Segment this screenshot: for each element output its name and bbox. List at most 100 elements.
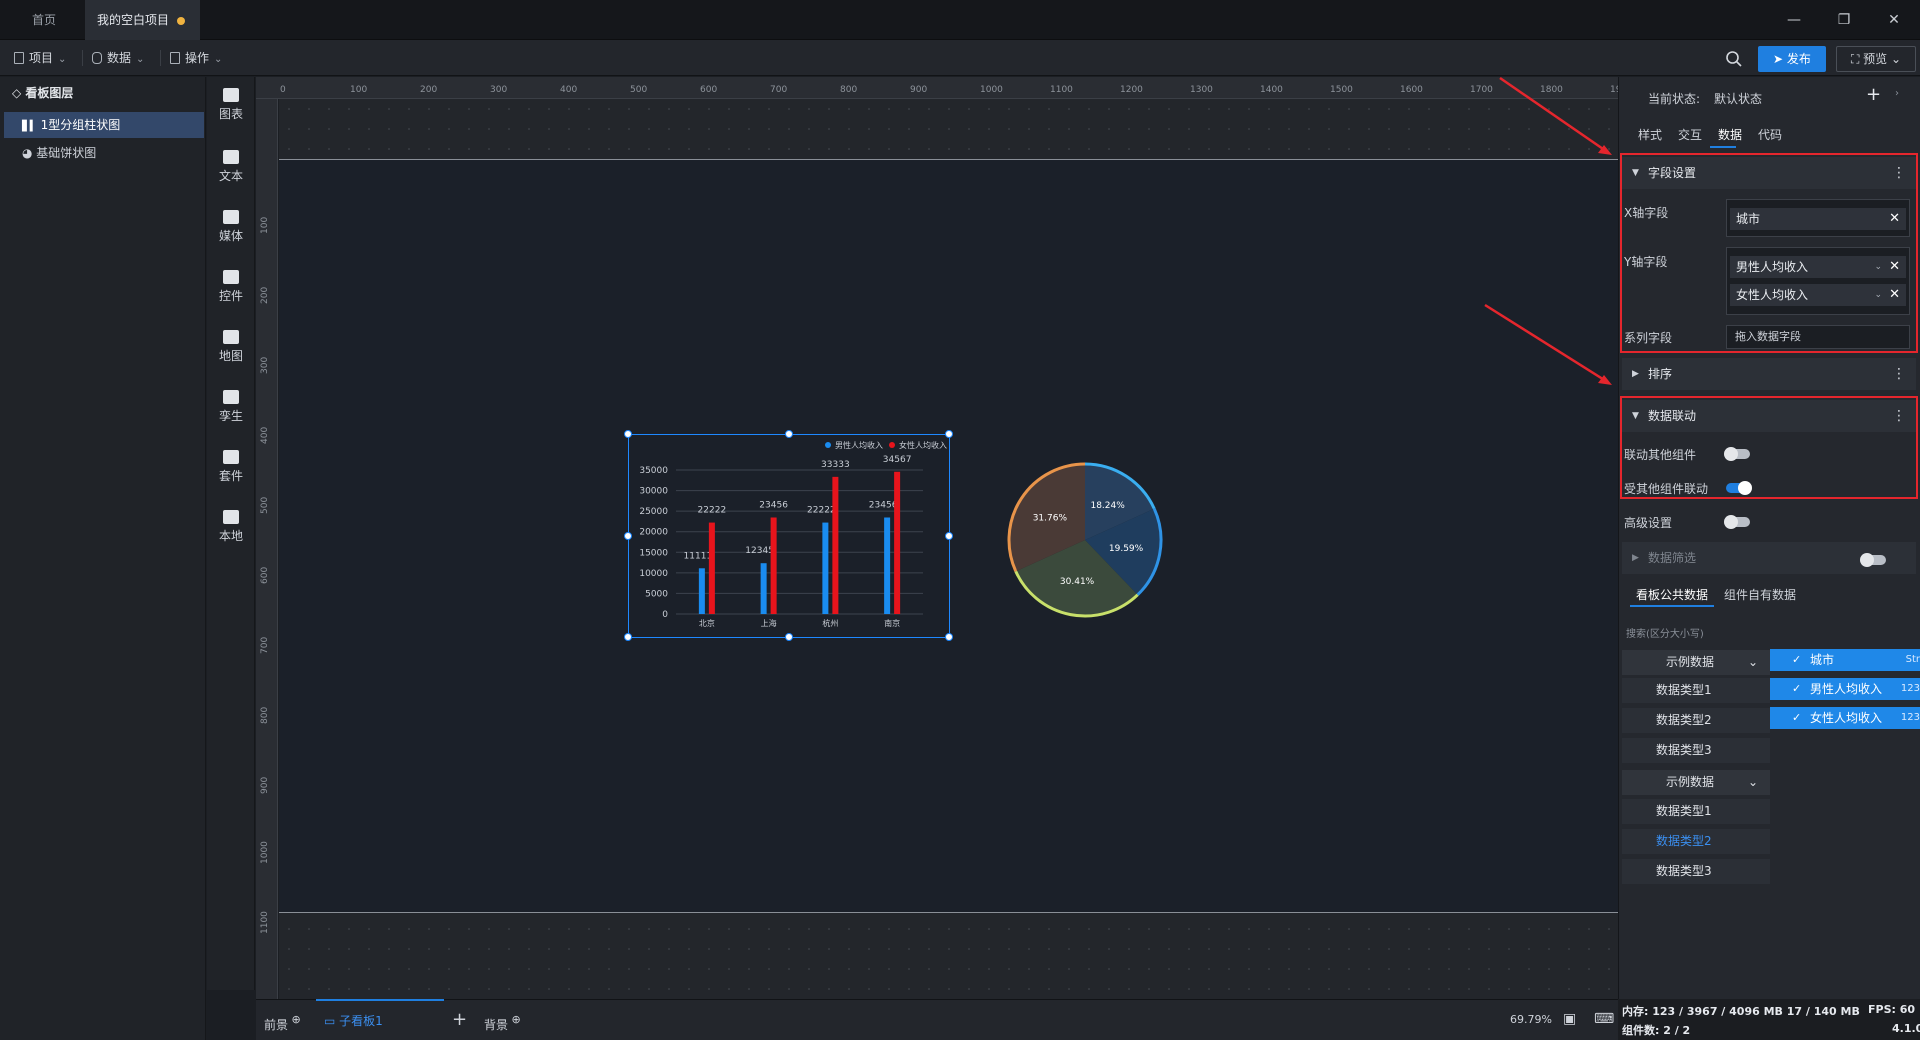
more-vertical-icon[interactable]: ⋮ <box>1892 358 1906 390</box>
tree-group[interactable]: 示例数据 ⌄ <box>1622 770 1770 795</box>
search-icon[interactable] <box>1725 50 1743 68</box>
section-sort[interactable]: ▶ 排序 ⋮ <box>1622 358 1916 390</box>
resize-handle[interactable] <box>945 633 953 641</box>
menu-operation[interactable]: 操作 ⌄ <box>170 47 222 69</box>
add-board-icon[interactable]: + <box>452 999 467 1040</box>
tree-item[interactable]: 数据类型3 <box>1622 738 1770 763</box>
ruler-tick-label: 500 <box>630 85 648 95</box>
chevron-down-icon: ⌄ <box>214 54 223 65</box>
tab-code[interactable]: 代码 <box>1758 126 1782 143</box>
zoom-level[interactable]: 69.79% <box>1510 999 1552 1040</box>
toggle-knob <box>1860 553 1874 567</box>
toggle-knob <box>1724 515 1738 529</box>
preview-button[interactable]: ⛶ 预览 ⌄ <box>1836 46 1916 72</box>
minimize-icon[interactable]: — <box>1782 8 1806 32</box>
field-item[interactable]: ✓ 女性人均收入 123 <box>1770 707 1920 729</box>
tree-label: 示例数据 <box>1666 775 1715 789</box>
ruler-tick-label: 800 <box>840 85 858 95</box>
field-item[interactable]: ✓ 城市 Str <box>1770 649 1920 671</box>
layer-item-bar-chart[interactable]: ▋▍ 1型分组柱状图 <box>4 112 204 138</box>
resize-handle[interactable] <box>624 430 632 438</box>
tool-chart[interactable]: 图表 <box>207 88 255 122</box>
tree-group[interactable]: 示例数据 ⌄ <box>1622 650 1770 675</box>
pie-slice-label: 31.76% <box>1033 513 1068 523</box>
menu-bar: 项目 ⌄ 数据 ⌄ 操作 ⌄ <box>0 40 1920 76</box>
field-type: 123 <box>1900 712 1920 723</box>
keyboard-icon[interactable]: ⌨ <box>1594 999 1614 1040</box>
resize-handle[interactable] <box>624 633 632 641</box>
state-label: 当前状态: <box>1648 92 1701 106</box>
tool-local[interactable]: 本地 <box>207 510 255 544</box>
advanced-settings-toggle[interactable] <box>1724 515 1750 529</box>
tool-text[interactable]: 文本 <box>207 150 255 184</box>
tool-twin[interactable]: 孪生 <box>207 390 255 424</box>
pie-chart[interactable]: 18.24% 19.59% 30.41% 31.76% <box>1000 455 1170 625</box>
menu-project[interactable]: 项目 ⌄ <box>14 47 66 69</box>
tree-item[interactable]: 数据类型1 <box>1622 799 1770 824</box>
tool-label: 图表 <box>218 107 243 121</box>
tool-control[interactable]: 控件 <box>207 270 255 304</box>
tab-background[interactable]: 背景 ⊕ <box>484 999 521 1040</box>
tab-sub-board[interactable]: ▭ 子看板1 <box>316 999 444 1040</box>
ruler-tick-label: 1600 <box>1400 85 1423 95</box>
layer-item-label: 1型分组柱状图 <box>40 118 121 132</box>
tree-item[interactable]: 数据类型1 <box>1622 678 1770 703</box>
caret-right-icon: ▶ <box>1632 369 1639 379</box>
resize-handle[interactable] <box>945 430 953 438</box>
tab-board-public-data[interactable]: 看板公共数据 <box>1636 586 1708 603</box>
add-circle-icon[interactable]: ⊕ <box>508 1013 521 1026</box>
version: 4.1.0 <box>1892 1022 1920 1035</box>
resize-handle[interactable] <box>785 633 793 641</box>
tab-interaction[interactable]: 交互 <box>1678 126 1702 143</box>
selection-frame[interactable] <box>624 430 953 641</box>
ruler-tick-label: 200 <box>260 286 270 304</box>
fullscreen-icon: ⛶ <box>1850 52 1864 66</box>
tree-item[interactable]: 数据类型2 <box>1622 708 1770 733</box>
ruler-tick-label: 300 <box>490 85 508 95</box>
state-value[interactable]: 默认状态 <box>1714 90 1762 107</box>
tab-style[interactable]: 样式 <box>1638 126 1662 143</box>
advanced-settings-label: 高级设置 <box>1624 516 1673 530</box>
ruler-tick-label: 300 <box>260 356 270 374</box>
chevron-right-icon[interactable]: › <box>1895 88 1899 99</box>
tab-home[interactable]: 首页 <box>12 0 76 40</box>
tab-component-own-data[interactable]: 组件自有数据 <box>1724 586 1796 603</box>
tree-item[interactable]: 数据类型2 <box>1622 829 1770 854</box>
send-icon: ➤ <box>1773 52 1787 66</box>
ruler-left: 100 200 300 400 500 600 700 800 900 1000 1100 <box>256 99 278 999</box>
field-label: 城市 <box>1810 653 1835 667</box>
data-filter-toggle[interactable] <box>1860 553 1886 567</box>
resize-handle[interactable] <box>945 532 953 540</box>
menu-data[interactable]: 数据 ⌄ <box>92 47 144 69</box>
add-circle-icon[interactable]: ⊕ <box>288 1013 301 1026</box>
ruler-top: 0 100 200 300 400 500 600 700 800 900 1000 1100 1200… <box>256 77 1633 99</box>
fit-screen-icon[interactable]: ▣ <box>1563 999 1576 1040</box>
resize-handle[interactable] <box>624 532 632 540</box>
tool-label: 本地 <box>218 529 243 543</box>
add-state-icon[interactable]: + <box>1866 84 1881 105</box>
field-item[interactable]: ✓ 男性人均收入 123 <box>1770 678 1920 700</box>
highlight-box <box>1620 153 1918 353</box>
tree-item[interactable]: 数据类型3 <box>1622 859 1770 884</box>
ruler-tick-label: 600 <box>700 85 718 95</box>
resize-handle[interactable] <box>785 430 793 438</box>
ruler-tick-label: 1200 <box>1120 85 1143 95</box>
close-icon[interactable]: ✕ <box>1882 8 1906 32</box>
map-icon <box>223 330 239 344</box>
layers-title: ◇ 看板图层 <box>0 77 206 109</box>
section-title: 数据筛选 <box>1648 551 1697 565</box>
tab-foreground[interactable]: 前景 ⊕ <box>264 999 301 1040</box>
layer-item-pie-chart[interactable]: ◕ 基础饼状图 <box>4 140 204 166</box>
file-icon <box>14 52 24 64</box>
tool-media[interactable]: 媒体 <box>207 210 255 244</box>
tool-map[interactable]: 地图 <box>207 330 255 364</box>
search-input[interactable]: 搜索(区分大小写) <box>1626 625 1704 640</box>
tab-project[interactable]: 我的空白项目 <box>85 0 200 40</box>
publish-button[interactable]: ➤ 发布 <box>1758 46 1826 72</box>
tab-data[interactable]: 数据 <box>1718 126 1742 143</box>
tool-label: 媒体 <box>218 229 243 243</box>
tool-kit[interactable]: 套件 <box>207 450 255 484</box>
restore-icon[interactable]: ❐ <box>1832 8 1856 32</box>
active-tab-underline <box>1710 146 1736 148</box>
fps-status: FPS: 60 <box>1868 1003 1916 1016</box>
